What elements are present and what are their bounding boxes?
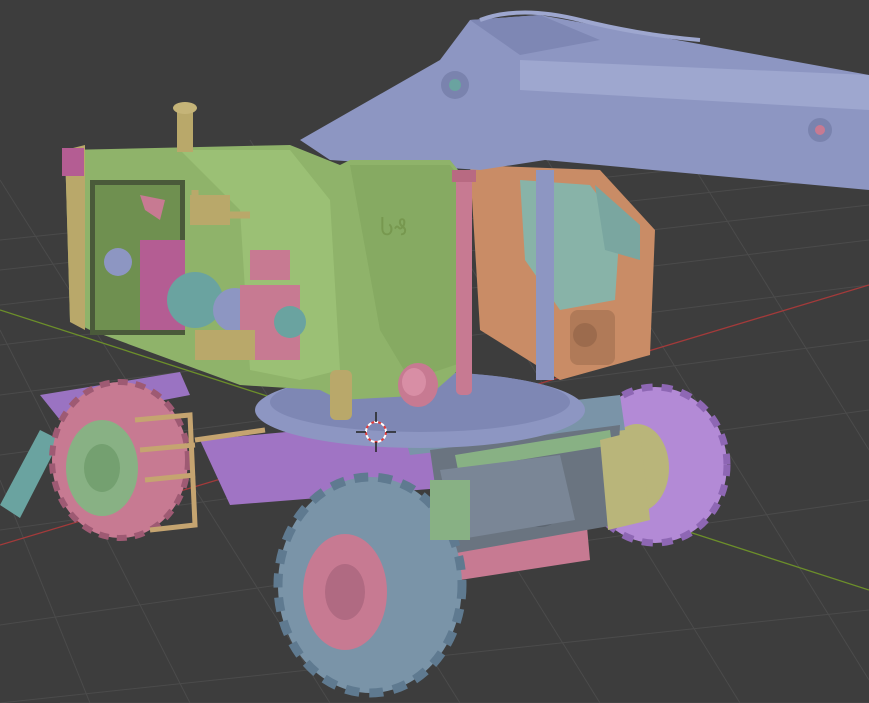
rear-left-wheel[interactable]	[49, 379, 191, 541]
front-lamp-lens	[402, 368, 426, 396]
front-step[interactable]	[330, 370, 352, 420]
exhaust-pipe[interactable]	[177, 110, 193, 152]
3d-viewport[interactable]: Ⴑ₰	[0, 0, 869, 703]
steering-knuckle[interactable]	[430, 480, 470, 540]
boom-post[interactable]	[536, 170, 554, 380]
viewport-canvas[interactable]: Ⴑ₰	[0, 0, 869, 703]
cab-decal: Ⴑ₰	[380, 216, 408, 241]
